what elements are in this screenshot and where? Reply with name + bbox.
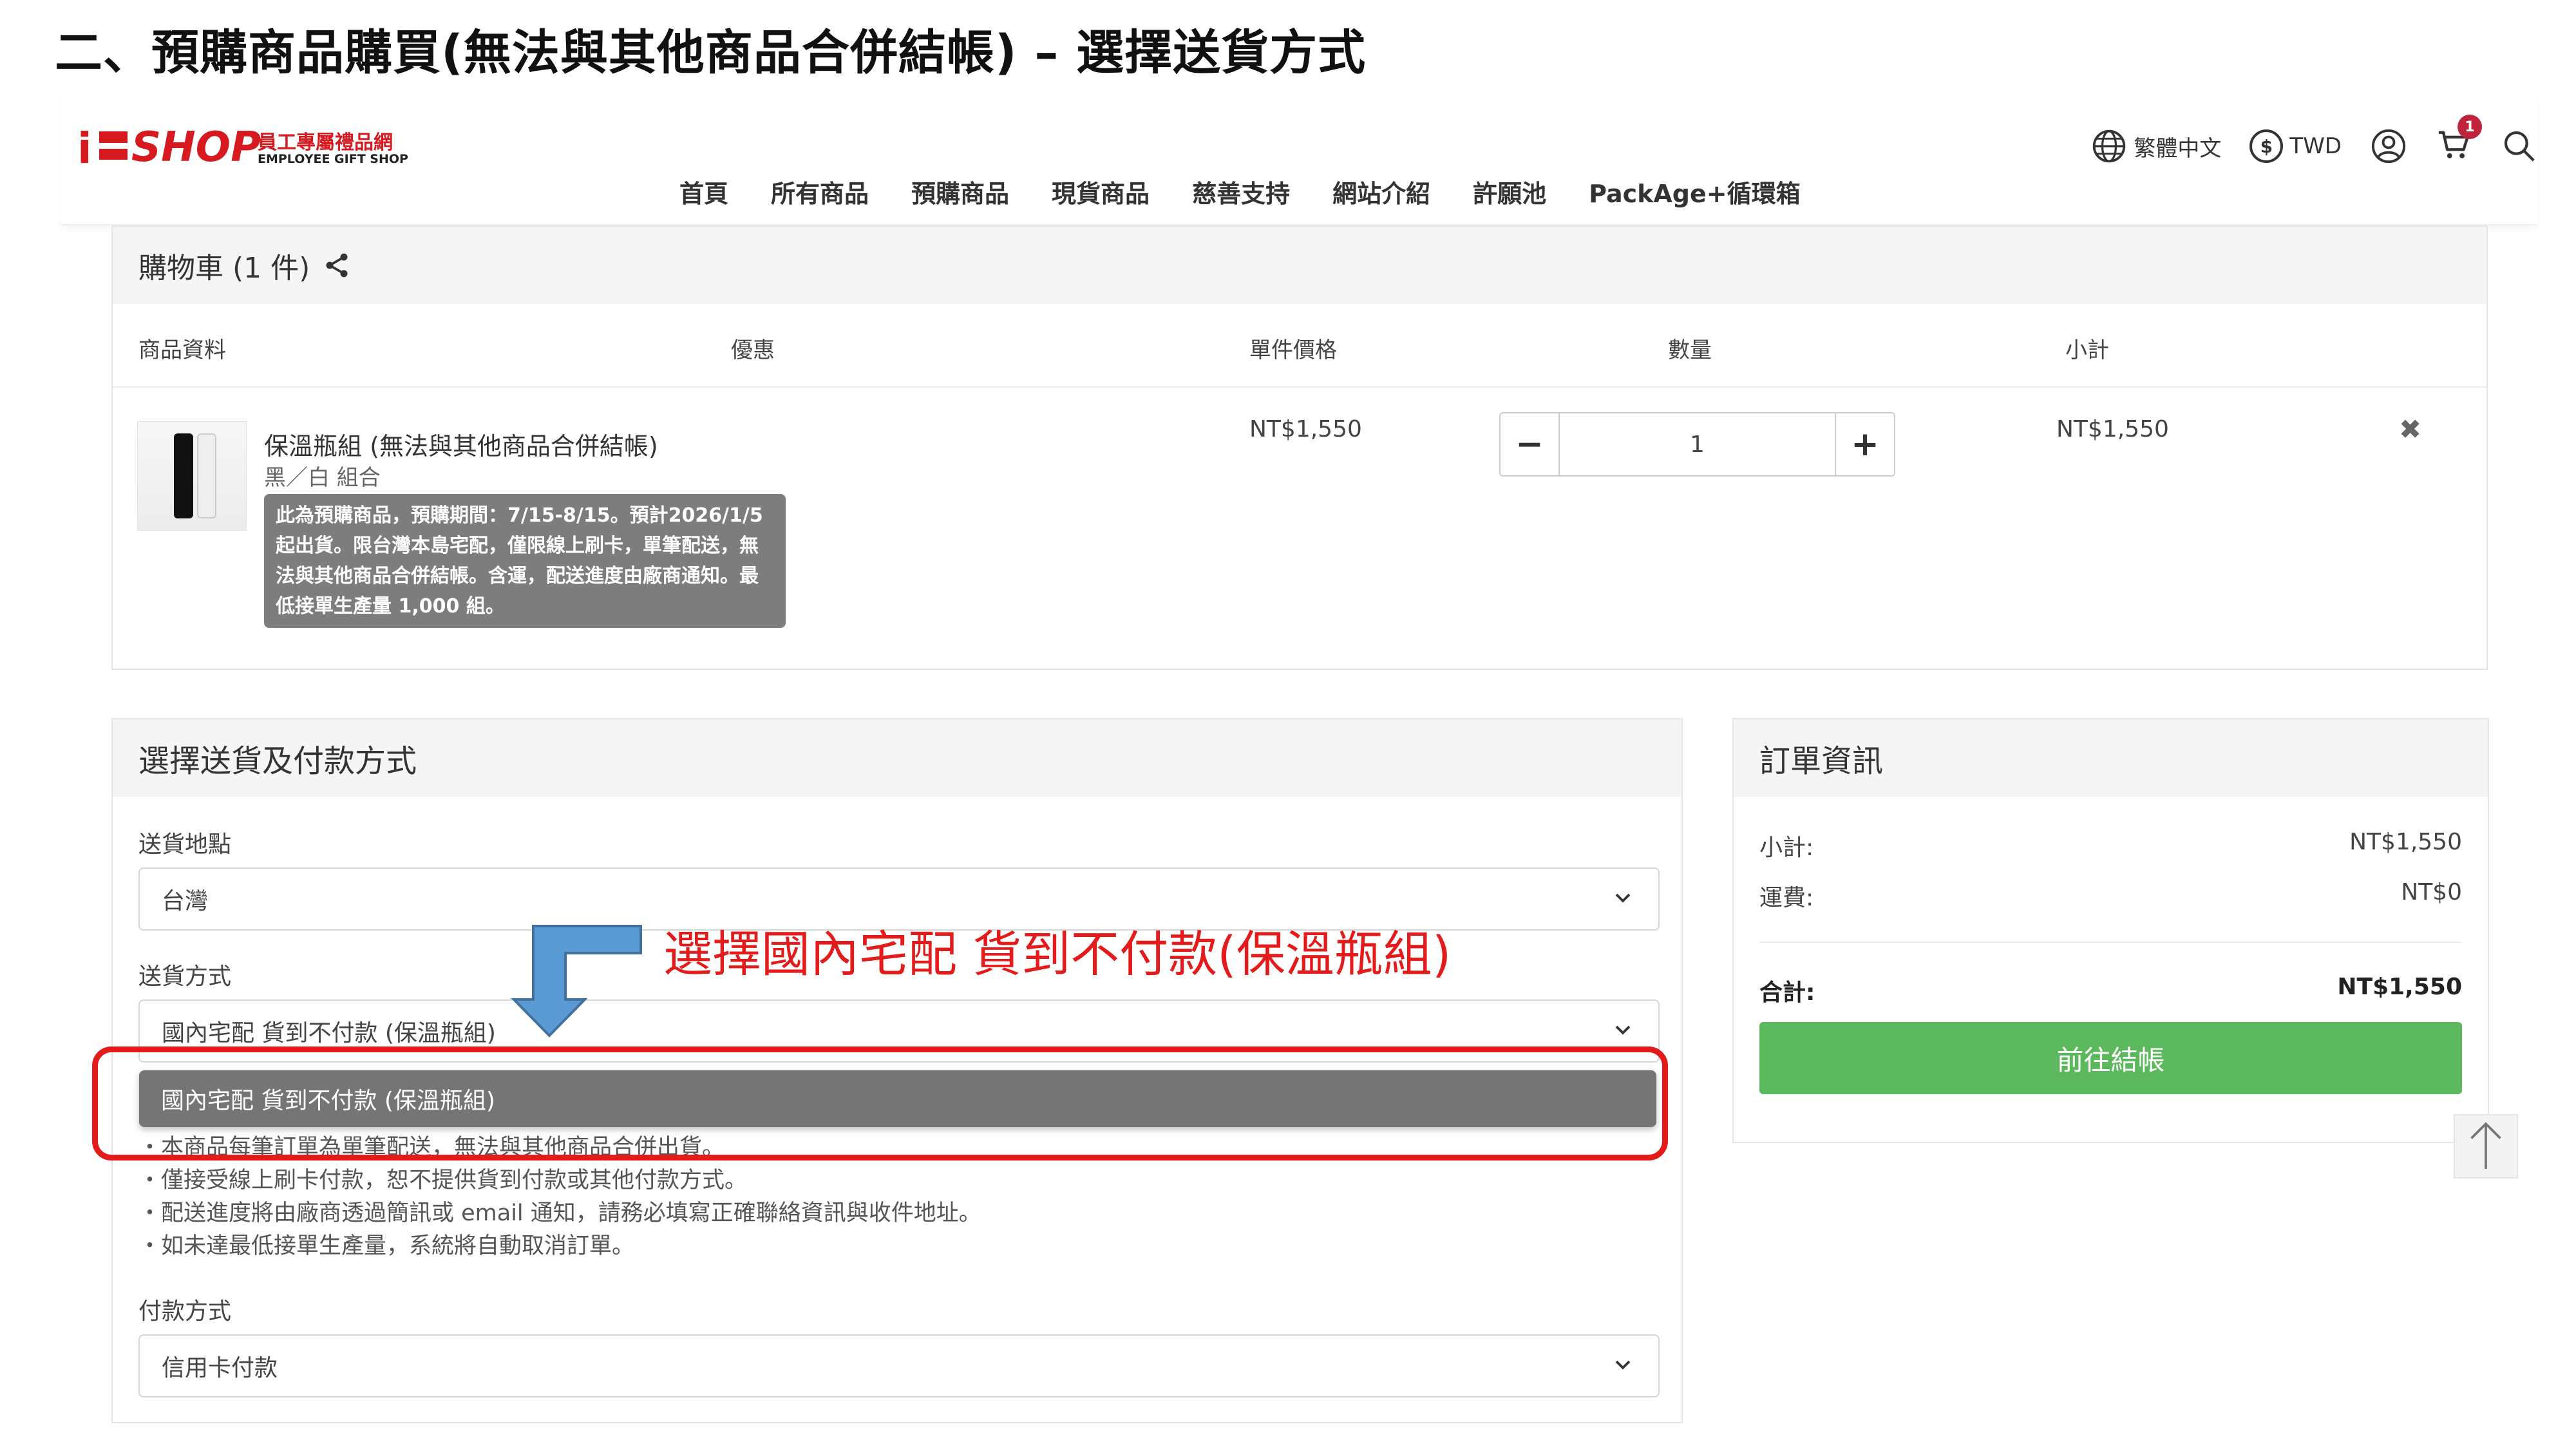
col-product-info: 商品資料 [138, 337, 226, 363]
black-bottle-image [174, 433, 193, 518]
order-total-label: 合計: [1759, 980, 1815, 1006]
account-button[interactable] [2370, 128, 2407, 165]
main-nav: 首頁 所有商品 預購商品 現貨商品 慈善支持 網站介紹 許願池 PackAge+… [679, 174, 1843, 209]
chevron-down-icon [1615, 1025, 1631, 1035]
method-value: 國內宅配 貨到不付款 (保溫瓶組) [162, 1020, 496, 1046]
search-icon [2504, 131, 2535, 162]
col-discount: 優惠 [731, 337, 775, 363]
cart-header: 購物車 (1 件) [113, 227, 2486, 304]
item-subtotal: NT$1,550 [2056, 416, 2169, 442]
location-value: 台灣 [162, 888, 209, 914]
back-to-top-button[interactable] [2454, 1114, 2518, 1179]
logo-cn-text: 員工專屬禮品網 [258, 131, 393, 154]
cart-column-headers: 商品資料 優惠 單件價格 數量 小計 [113, 304, 2486, 388]
nav-item-wishlist[interactable]: 許願池 [1473, 174, 1546, 209]
logo-brand: SHOP [131, 124, 261, 171]
product-variant: 黑／白 組合 [264, 465, 381, 491]
order-shipping-label: 運費: [1759, 885, 1814, 911]
dollar-icon: $ [2249, 129, 2284, 163]
quantity-increase-button[interactable]: + [1835, 413, 1894, 475]
order-panel-title: 訂單資訊 [1734, 719, 2488, 797]
order-divider [1759, 942, 2462, 943]
user-icon [2371, 129, 2406, 164]
nav-item-charity[interactable]: 慈善支持 [1192, 174, 1290, 209]
quantity-stepper: − 1 + [1499, 412, 1895, 477]
header-tools: 繁體中文 $ TWD 1 [2063, 115, 2537, 169]
order-summary-panel: 訂單資訊 小計: NT$1,550 運費: NT$0 合計: NT$1,550 … [1732, 718, 2489, 1143]
chevron-down-icon [1615, 1360, 1631, 1370]
order-total-value: NT$1,550 [2337, 974, 2462, 1000]
order-subtotal-row: 小計: NT$1,550 [1759, 829, 2462, 862]
nav-item-about[interactable]: 網站介紹 [1332, 174, 1430, 209]
payment-value: 信用卡付款 [162, 1355, 278, 1381]
white-bottle-image [197, 433, 216, 518]
order-shipping-value: NT$0 [2401, 879, 2462, 905]
order-shipping-row: 運費: NT$0 [1759, 879, 2462, 913]
cart-count-badge: 1 [2458, 115, 2482, 139]
logo-flag-icon [99, 131, 128, 160]
slide-title: 二、預購商品購買(無法與其他商品合併結帳) – 選擇送貨方式 [55, 25, 1367, 80]
shipping-note: ・僅接受線上刷卡付款，恕不提供貨到付款或其他付款方式。 [138, 1168, 748, 1193]
language-selector[interactable]: 繁體中文 [2091, 128, 2221, 164]
order-subtotal-value: NT$1,550 [2349, 829, 2462, 855]
order-total-row: 合計: NT$1,550 [1759, 974, 2462, 1007]
payment-label: 付款方式 [138, 1298, 232, 1325]
nav-item-preorder[interactable]: 預購商品 [911, 174, 1009, 209]
unit-price: NT$1,550 [1249, 416, 1362, 442]
share-icon[interactable] [323, 251, 351, 279]
shipping-panel-title: 選擇送貨及付款方式 [113, 719, 1681, 797]
annotation-arrow-icon [511, 925, 642, 1037]
nav-item-home[interactable]: 首頁 [679, 174, 728, 209]
search-button[interactable] [2501, 128, 2537, 164]
col-unit-price: 單件價格 [1249, 337, 1337, 363]
quantity-decrease-button[interactable]: − [1501, 413, 1560, 475]
arrow-up-icon [2470, 1122, 2501, 1169]
close-icon[interactable]: ✖ [2399, 413, 2421, 445]
checkout-button[interactable]: 前往結帳 [1759, 1022, 2462, 1094]
order-subtotal-label: 小計: [1759, 835, 1814, 861]
cart-item-row: 保溫瓶組 (無法與其他商品合併結帳) 黑／白 組合 此為預購商品，預購期間：7/… [113, 388, 2486, 671]
product-thumbnail[interactable] [137, 421, 247, 531]
cart-button[interactable]: 1 [2436, 115, 2482, 166]
preorder-note: 此為預購商品，預購期間：7/15-8/15。預計2026/1/5起出貨。限台灣本… [264, 494, 786, 628]
shipping-note: ・如未達最低接單生產量，系統將自動取消訂單。 [138, 1233, 635, 1259]
nav-item-all-products[interactable]: 所有商品 [771, 174, 869, 209]
annotation-text: 選擇國內宅配 貨到不付款(保溫瓶組) [663, 925, 1452, 983]
payment-select[interactable]: 信用卡付款 [138, 1334, 1660, 1397]
cart-panel: 購物車 (1 件) 商品資料 優惠 單件價格 數量 小計 保溫瓶組 (無法與其他… [111, 225, 2488, 670]
annotation-highlight-box [92, 1046, 1668, 1160]
product-name[interactable]: 保溫瓶組 (無法與其他商品合併結帳) [264, 426, 658, 462]
logo-en-text: EMPLOYEE GIFT SHOP [258, 152, 408, 166]
location-label: 送貨地點 [138, 831, 232, 858]
logo-mark: i [77, 124, 92, 173]
nav-item-package[interactable]: PackAge+循環箱 [1589, 174, 1801, 209]
quantity-input[interactable]: 1 [1560, 413, 1835, 475]
col-quantity: 數量 [1668, 337, 1712, 363]
globe-icon [2093, 129, 2126, 163]
shipping-note: ・配送進度將由廠商透過簡訊或 email 通知，請務必填寫正確聯絡資訊與收件地址… [138, 1200, 981, 1226]
cart-title: 購物車 (1 件) [138, 252, 310, 285]
nav-item-in-stock[interactable]: 現貨商品 [1052, 174, 1150, 209]
language-label: 繁體中文 [2134, 135, 2222, 162]
method-label: 送貨方式 [138, 963, 232, 990]
currency-label: TWD [2289, 133, 2342, 159]
currency-selector[interactable]: $ TWD [2249, 129, 2342, 163]
chevron-down-icon [1615, 893, 1631, 903]
col-subtotal: 小計 [2065, 337, 2109, 363]
site-header: i SHOP 員工專屬禮品網 EMPLOYEE GIFT SHOP 繁體中文 $… [61, 97, 2537, 225]
